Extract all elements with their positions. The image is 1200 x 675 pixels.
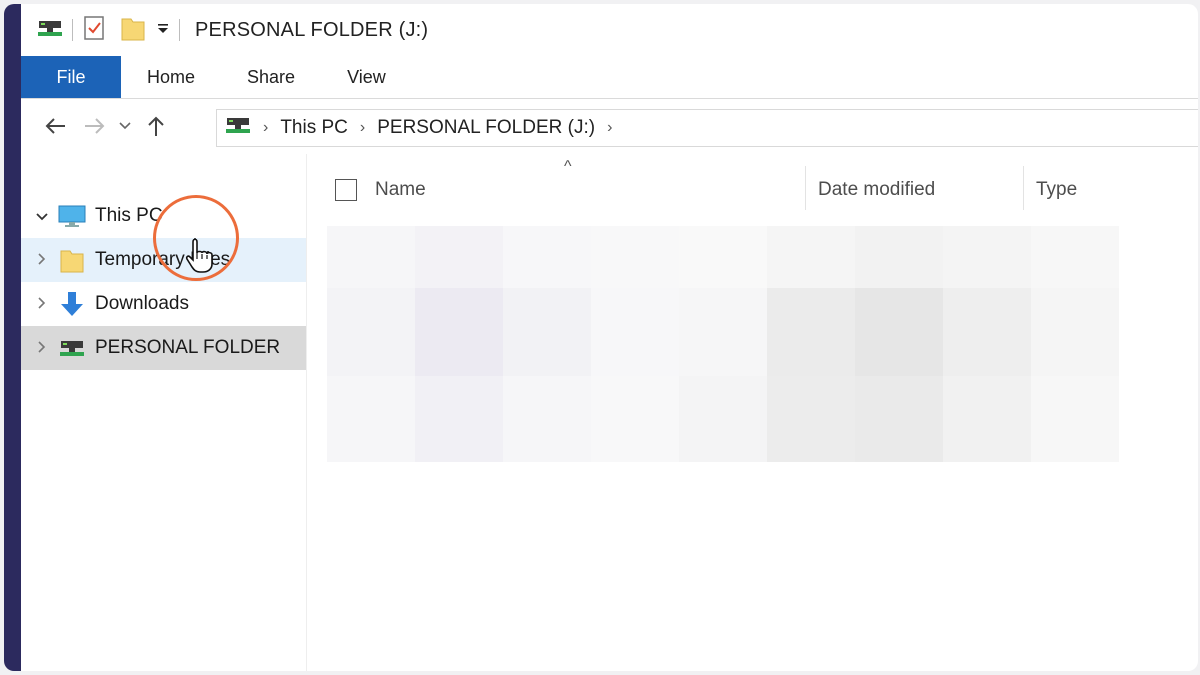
tree-item-label: This PC: [95, 205, 163, 226]
column-divider[interactable]: [805, 166, 806, 210]
ribbon-tabs: File Home Share View: [21, 56, 1198, 99]
chevron-right-icon[interactable]: ›: [360, 119, 365, 137]
chevron-down-icon: [119, 122, 131, 130]
tree-item-personal-folder[interactable]: PERSONAL FOLDER: [21, 326, 306, 370]
up-arrow-icon: [148, 116, 164, 136]
file-list-pane: Name ^ Date modified Type: [307, 154, 1198, 671]
forward-arrow-icon: [85, 118, 105, 134]
chevron-right-icon[interactable]: [29, 296, 55, 313]
blurred-file-rows: [327, 226, 1119, 462]
forward-button[interactable]: [75, 106, 113, 146]
column-header-type[interactable]: Type: [1036, 168, 1077, 212]
address-bar[interactable]: › This PC › PERSONAL FOLDER (J:) ›: [216, 109, 1198, 147]
column-divider[interactable]: [1023, 166, 1024, 210]
folder-icon: [55, 246, 89, 274]
sort-ascending-icon: ^: [564, 158, 572, 175]
window-title: PERSONAL FOLDER (J:): [195, 18, 429, 41]
chevron-down-icon[interactable]: [29, 208, 55, 225]
recent-locations-button[interactable]: [113, 106, 137, 146]
tree-item-label: Downloads: [95, 293, 189, 314]
toolbar-divider: [179, 19, 180, 41]
monitor-icon: [55, 204, 89, 228]
title-bar: PERSONAL FOLDER (J:): [21, 4, 1198, 56]
new-folder-icon[interactable]: [120, 14, 146, 47]
download-arrow-icon: [55, 290, 89, 318]
chevron-right-icon[interactable]: [29, 340, 55, 357]
back-button[interactable]: [37, 106, 75, 146]
drive-icon[interactable]: [37, 17, 63, 44]
breadcrumb-personal-folder[interactable]: PERSONAL FOLDER (J:): [377, 117, 595, 139]
tab-file[interactable]: File: [21, 56, 121, 98]
tree-item-downloads[interactable]: Downloads: [21, 282, 306, 326]
tab-view[interactable]: View: [321, 56, 412, 98]
left-accent-bar: [4, 4, 21, 671]
navigation-bar: › This PC › PERSONAL FOLDER (J:) ›: [21, 98, 1198, 154]
tab-share[interactable]: Share: [221, 56, 321, 98]
breadcrumb-this-pc[interactable]: This PC: [280, 117, 348, 139]
hand-cursor-icon: [185, 237, 215, 278]
tab-home[interactable]: Home: [121, 56, 221, 98]
up-button[interactable]: [137, 106, 175, 146]
chevron-right-icon[interactable]: ›: [607, 119, 612, 137]
back-arrow-icon: [45, 118, 65, 134]
column-header-name[interactable]: Name: [375, 168, 426, 212]
drive-icon: [225, 114, 251, 142]
column-header-date-modified[interactable]: Date modified: [818, 168, 935, 212]
properties-icon[interactable]: [82, 15, 106, 46]
tree-item-label: PERSONAL FOLDER: [95, 337, 281, 358]
select-all-checkbox[interactable]: [335, 168, 357, 212]
quick-access-toolbar: [37, 14, 189, 47]
chevron-right-icon[interactable]: ›: [263, 119, 268, 137]
checkbox[interactable]: [335, 179, 357, 201]
customize-toolbar-dropdown-icon[interactable]: [156, 21, 170, 40]
chevron-right-icon[interactable]: [29, 252, 55, 269]
explorer-window: PERSONAL FOLDER (J:) File Home Share Vie…: [4, 4, 1198, 671]
toolbar-divider: [72, 19, 73, 41]
network-drive-icon: [55, 337, 89, 359]
